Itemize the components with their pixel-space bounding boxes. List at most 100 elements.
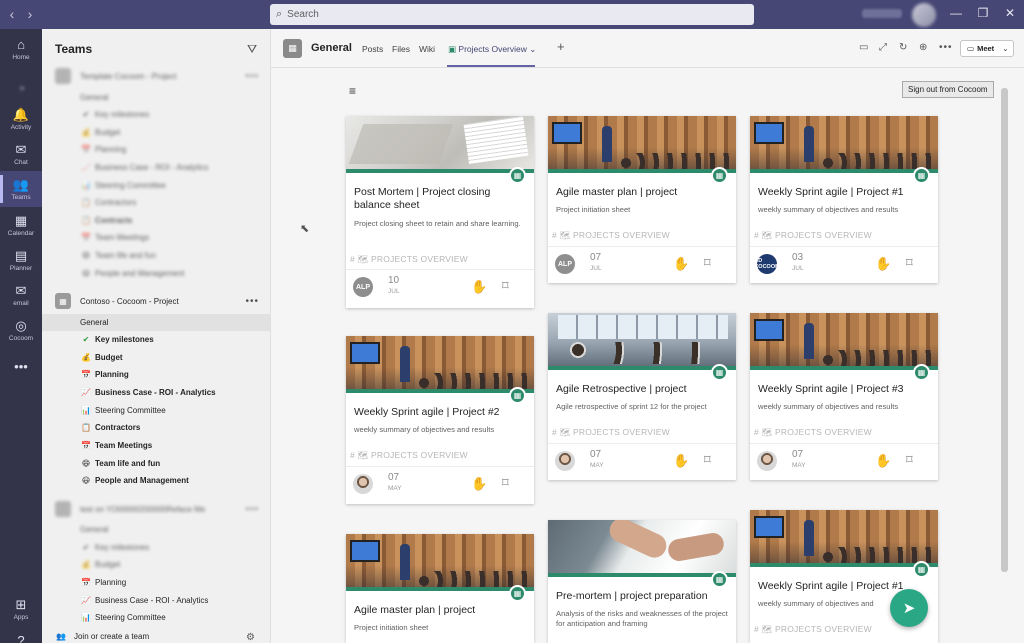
channel-item[interactable]: 😃 People and Management [42, 265, 270, 282]
channel-item[interactable]: 💰 Budget [42, 124, 270, 141]
meet-button[interactable]: ▭ Meet ⌄ [960, 40, 1014, 57]
search-input[interactable]: ⌕ Search [270, 4, 754, 25]
more-icon[interactable]: ••• [245, 296, 259, 307]
project-card[interactable]: ▦ Agile Retrospective | project Agile re… [548, 313, 736, 480]
channel-item[interactable]: 📋 Contracts [42, 212, 270, 229]
card-tag[interactable]: # 🗺 PROJECTS OVERVIEW [350, 450, 468, 461]
channel-item[interactable]: 📈 Business Case - ROI - Analytics [42, 159, 270, 176]
channel-item[interactable]: 📅 Team Meetings [42, 229, 270, 246]
channel-item[interactable]: 📅 Planning [42, 574, 270, 591]
bookmark-icon[interactable]: ⌑ [906, 452, 913, 468]
channel-item[interactable]: General [42, 521, 270, 538]
clap-icon[interactable]: ✋ [471, 476, 487, 492]
channel-item-general[interactable]: General [42, 314, 270, 331]
forward-icon[interactable]: › [22, 6, 38, 22]
scrollbar[interactable] [1001, 88, 1008, 572]
channel-item[interactable]: 📊 Steering Committee [42, 609, 270, 626]
tab-wiki[interactable]: Wiki [419, 44, 435, 54]
project-card[interactable]: ▦ Agile master plan | project Project in… [548, 116, 736, 283]
project-card[interactable]: ▦ Post Mortem | Project closing balance … [346, 116, 534, 308]
rail-chat[interactable]: ✉ Chat [0, 136, 42, 172]
bookmark-icon[interactable]: ⌑ [704, 452, 711, 468]
close-icon[interactable]: ✕ [1003, 6, 1017, 20]
channel-item[interactable]: ✔ Key milestones [42, 106, 270, 123]
rail-teams[interactable]: 👥 Teams [0, 171, 42, 207]
chevron-down-icon[interactable]: ⌄ [529, 44, 536, 54]
rail-more[interactable]: ••• [0, 349, 42, 385]
team-row[interactable]: Template Cocoom - Project ••• [42, 66, 270, 86]
card-tag[interactable]: # 🗺 PROJECTS OVERVIEW [552, 230, 670, 241]
project-card[interactable]: ▦ Weekly Sprint agile | Project #2 weekl… [346, 336, 534, 504]
join-team-button[interactable]: 👥 Join or create a team [56, 632, 149, 641]
expand-icon[interactable]: ⤢ [879, 42, 887, 53]
channel-item[interactable]: 📋 Contractors [42, 194, 270, 211]
channel-item[interactable]: 📅 Planning [42, 141, 270, 158]
channel-item[interactable]: 📅 Team Meetings [42, 437, 270, 454]
channel-item[interactable]: 📊 Steering Committee [42, 177, 270, 194]
tab-posts[interactable]: Posts [362, 44, 383, 54]
clap-icon[interactable]: ✋ [875, 453, 891, 469]
refresh-icon[interactable]: ↻ [899, 42, 907, 53]
tab-files[interactable]: Files [392, 44, 410, 54]
channel-item[interactable]: 💰 Budget [42, 556, 270, 573]
channel-item[interactable]: 💰 Budget [42, 349, 270, 366]
globe-icon[interactable]: ⊕ [919, 42, 927, 53]
avatar[interactable] [757, 451, 777, 471]
chevron-down-icon[interactable]: ⌄ [1002, 44, 1008, 53]
add-tab-icon[interactable]: + [557, 39, 565, 54]
channel-item[interactable]: 📊 Steering Committee [42, 402, 270, 419]
bookmark-icon[interactable]: ⌑ [704, 255, 711, 271]
channel-item[interactable]: 📈 Business Case - ROI - Analytics [42, 592, 270, 609]
rail-calendar[interactable]: ▦ Calendar [0, 207, 42, 243]
card-tag[interactable]: # 🗺 PROJECTS OVERVIEW [552, 427, 670, 438]
send-button[interactable]: ➤ [890, 589, 928, 627]
more-icon[interactable]: ••• [245, 71, 259, 82]
card-tag[interactable]: # 🗺 PROJECTS OVERVIEW [754, 230, 872, 241]
card-tag[interactable]: # 🗺 PROJECTS OVERVIEW [754, 427, 872, 438]
rail-apps[interactable]: ⊞ Apps [0, 591, 42, 627]
filter-icon[interactable]: ⛛ [247, 42, 257, 57]
avatar[interactable] [353, 474, 373, 494]
clap-icon[interactable]: ✋ [471, 279, 487, 295]
channel-item[interactable]: 📈 Business Case - ROI - Analytics [42, 384, 270, 401]
card-tag[interactable]: # 🗺 PROJECTS OVERVIEW [754, 624, 872, 635]
avatar[interactable] [555, 451, 575, 471]
channel-item[interactable]: 📋 Contractors [42, 419, 270, 436]
channel-item[interactable]: 😄 Team life and fun [42, 455, 270, 472]
back-icon[interactable]: ‹ [4, 6, 20, 22]
clap-icon[interactable]: ✋ [875, 256, 891, 272]
channel-item[interactable]: 😃 People and Management [42, 472, 270, 489]
avatar[interactable]: ALP [353, 277, 373, 297]
channel-item[interactable]: ✔ Key milestones [42, 539, 270, 556]
clap-icon[interactable]: ✋ [673, 256, 689, 272]
chat-icon[interactable]: ▭ [859, 42, 868, 53]
card-tag[interactable]: # 🗺 PROJECTS OVERVIEW [350, 254, 468, 265]
project-card[interactable]: ▦ Pre-mortem | project preparation Analy… [548, 520, 736, 643]
rail-email[interactable]: ✉ email [0, 277, 42, 313]
bookmark-icon[interactable]: ⌑ [502, 475, 509, 491]
tab-projects-overview[interactable]: ▣ Projects Overview ⌄ [448, 44, 536, 55]
avatar[interactable]: ALP [555, 254, 575, 274]
avatar[interactable] [912, 3, 936, 27]
bookmark-icon[interactable]: ⌑ [906, 255, 913, 271]
project-card[interactable]: ▦ Weekly Sprint agile | Project #1 weekl… [750, 116, 938, 283]
rail-help[interactable]: ? [0, 623, 42, 643]
project-card[interactable]: ▦ Agile master plan | project Project in… [346, 534, 534, 643]
more-icon[interactable]: ••• [245, 504, 259, 515]
more-icon[interactable]: ••• [939, 42, 953, 53]
channel-item[interactable]: 📅 Planning [42, 366, 270, 383]
rail-activity[interactable]: 🔔 Activity [0, 101, 42, 137]
rail-planner[interactable]: ▤ Planner [0, 242, 42, 278]
channel-item[interactable]: ✔ Key milestones [42, 331, 270, 348]
channel-item[interactable]: 😄 Team life and fun [42, 247, 270, 264]
team-row[interactable]: ▦ Contoso - Cocoom - Project ••• [42, 291, 270, 311]
signout-button[interactable]: Sign out from Cocoom [902, 81, 994, 98]
clap-icon[interactable]: ✋ [673, 453, 689, 469]
restore-icon[interactable]: ❐ [976, 6, 990, 20]
project-card[interactable]: ▦ Weekly Sprint agile | Project #3 weekl… [750, 313, 938, 480]
channel-item[interactable]: General [42, 89, 270, 106]
minimize-icon[interactable]: — [949, 6, 963, 20]
rail-home[interactable]: ⌂ Home [0, 31, 42, 67]
sort-icon[interactable]: ≡ [349, 84, 356, 98]
bookmark-icon[interactable]: ⌑ [502, 278, 509, 294]
